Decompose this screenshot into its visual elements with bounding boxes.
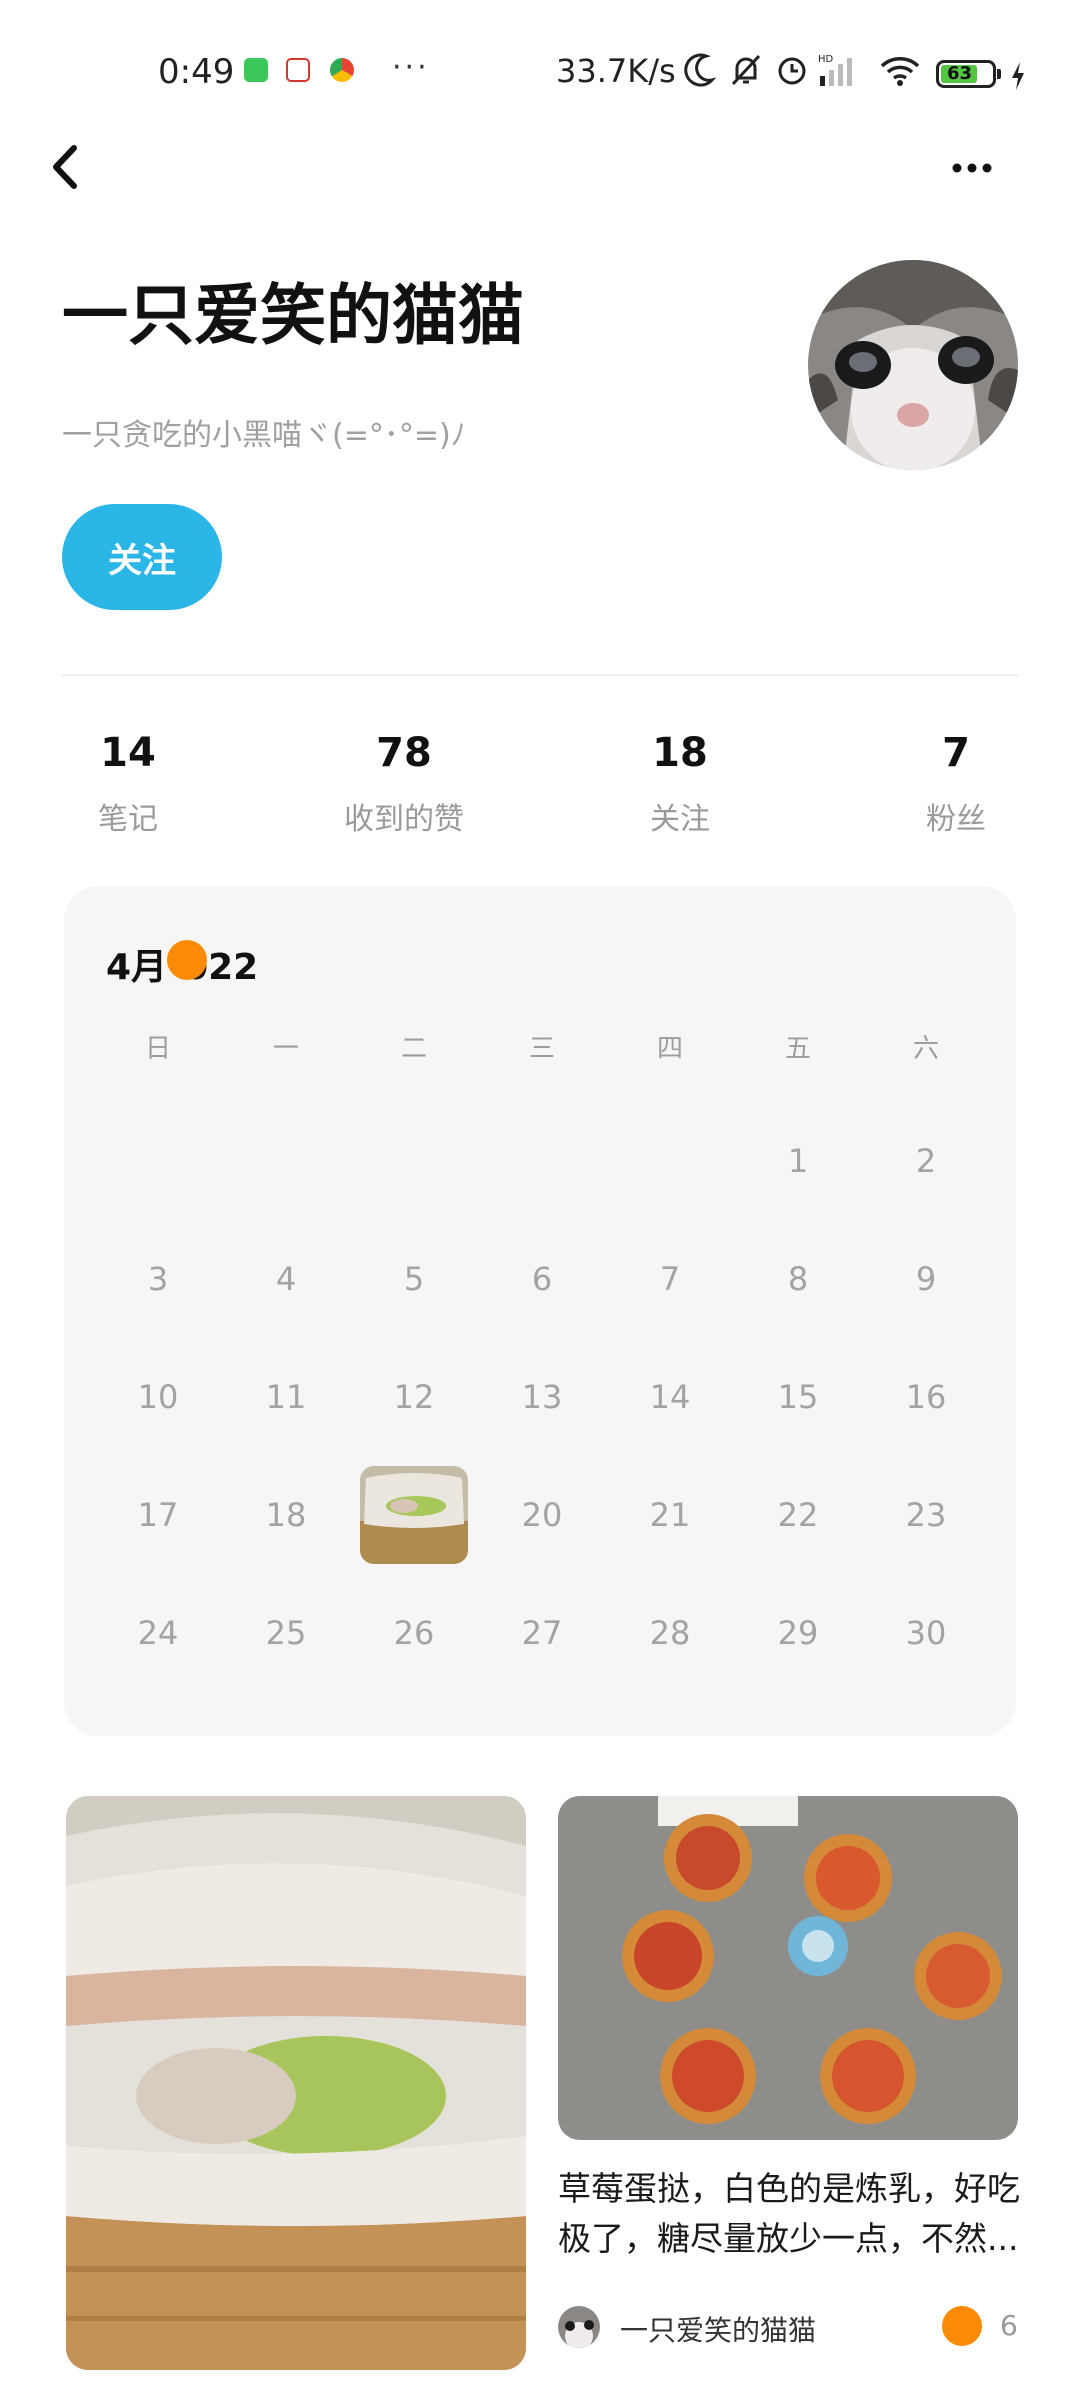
weekday-label: 一 [272, 1034, 299, 1064]
stat-value: 18 [652, 730, 708, 776]
calendar-day[interactable]: 1 [734, 1142, 862, 1180]
stat-label: 收到的赞 [344, 802, 464, 837]
calendar-day-photo[interactable] [360, 1466, 468, 1564]
status-time: 0:49 [158, 52, 235, 92]
calendar-day[interactable]: 17 [94, 1496, 222, 1534]
calendar-day[interactable]: 25 [222, 1614, 350, 1652]
stat-notes[interactable]: 14 笔记 [28, 730, 228, 838]
charging-icon [1012, 62, 1024, 90]
avatar[interactable] [808, 260, 1018, 470]
profile-bio: 一只贪吃的小黑喵ヾ(=°･°=)ﾉ [62, 418, 466, 453]
calendar-day[interactable]: 18 [222, 1496, 350, 1534]
calendar-day[interactable]: 4 [222, 1260, 350, 1298]
calendar-day[interactable]: 10 [94, 1378, 222, 1416]
alarm-icon [778, 57, 806, 85]
calendar: 4月 022 日 一 二 三 四 五 六 1 2 3 4 5 6 7 8 9 10… [64, 886, 1016, 1736]
wifi-icon [880, 57, 920, 86]
calendar-day[interactable]: 30 [862, 1614, 990, 1652]
calendar-day[interactable]: 21 [606, 1496, 734, 1534]
calendar-day[interactable]: 13 [478, 1378, 606, 1416]
stat-followers[interactable]: 7 粉丝 [856, 730, 1056, 838]
divider [62, 674, 1018, 676]
like-icon[interactable] [942, 2306, 982, 2346]
svg-text:HD: HD [818, 54, 834, 65]
weekday-label: 日 [144, 1034, 171, 1064]
stat-following[interactable]: 18 关注 [580, 730, 780, 838]
note-card-egg-tart-image[interactable] [558, 1796, 1018, 2140]
weekday-label: 五 [784, 1034, 811, 1064]
calendar-day[interactable]: 14 [606, 1378, 734, 1416]
stat-label: 关注 [650, 802, 710, 837]
calendar-day[interactable]: 16 [862, 1378, 990, 1416]
calendar-day[interactable]: 5 [350, 1260, 478, 1298]
weekday-label: 二 [400, 1034, 427, 1064]
calendar-day[interactable]: 26 [350, 1614, 478, 1652]
more-notifications-icon: ··· [392, 50, 430, 85]
moon-icon [684, 53, 716, 87]
weekday-label: 六 [912, 1034, 939, 1064]
author-name[interactable]: 一只爱笑的猫猫 [620, 2309, 816, 2349]
app-notification-icon [244, 58, 268, 82]
calendar-day[interactable]: 23 [862, 1496, 990, 1534]
calendar-day[interactable]: 12 [350, 1378, 478, 1416]
stat-likes-received[interactable]: 78 收到的赞 [304, 730, 504, 838]
follow-button[interactable]: 关注 [62, 504, 222, 610]
calendar-day[interactable]: 6 [478, 1260, 606, 1298]
weekday-label: 三 [528, 1034, 555, 1064]
stat-label: 粉丝 [926, 802, 986, 837]
calendar-day[interactable]: 22 [734, 1496, 862, 1534]
profile-name: 一只爱笑的猫猫 [62, 277, 524, 354]
battery-icon: 63 [936, 60, 1001, 88]
calendar-month: 4月 [106, 947, 168, 988]
battery-level: 63 [947, 63, 973, 84]
app-notification-icon [286, 58, 310, 82]
calendar-day[interactable]: 20 [478, 1496, 606, 1534]
app-notification-icon [330, 58, 354, 82]
calendar-day[interactable]: 2 [862, 1142, 990, 1180]
more-icon[interactable] [950, 150, 994, 186]
calendar-day[interactable]: 24 [94, 1614, 222, 1652]
calendar-day[interactable]: 15 [734, 1378, 862, 1416]
note-card-title[interactable]: 草莓蛋挞，白色的是炼乳，好吃极了，糖尽量放少一点，不然... [558, 2164, 1028, 2264]
calendar-day[interactable]: 29 [734, 1614, 862, 1652]
back-icon[interactable] [44, 142, 84, 192]
stat-value: 14 [100, 730, 156, 776]
like-count: 6 [1000, 2309, 1018, 2342]
stat-value: 7 [942, 730, 970, 776]
note-card-sandwich[interactable] [66, 1796, 526, 2370]
calendar-day[interactable]: 9 [862, 1260, 990, 1298]
calendar-day[interactable]: 11 [222, 1378, 350, 1416]
calendar-day[interactable]: 8 [734, 1260, 862, 1298]
calendar-day[interactable]: 27 [478, 1614, 606, 1652]
author-avatar[interactable] [558, 2306, 600, 2348]
stat-label: 笔记 [98, 802, 158, 837]
network-speed: 33.7K/s [556, 52, 676, 90]
mute-bell-icon [731, 54, 761, 86]
stat-value: 78 [376, 730, 432, 776]
weekday-label: 四 [656, 1034, 683, 1064]
status-bar: 0:49 ··· 33.7K/s HD 63 [0, 0, 1080, 150]
calendar-day[interactable]: 3 [94, 1260, 222, 1298]
calendar-day[interactable]: 7 [606, 1260, 734, 1298]
calendar-day[interactable]: 28 [606, 1614, 734, 1652]
signal-icon: HD [818, 54, 852, 86]
calendar-floating-dot[interactable] [167, 940, 207, 980]
